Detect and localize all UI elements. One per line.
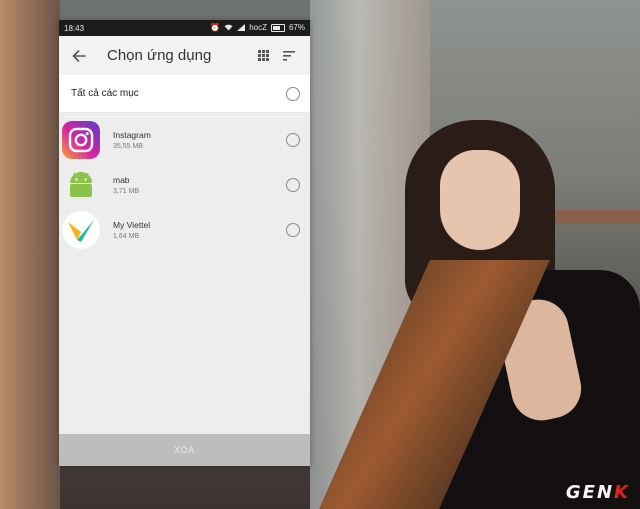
back-button[interactable]: [67, 44, 91, 68]
app-name: mab: [113, 174, 130, 185]
status-carrier: hocZ: [249, 23, 267, 32]
list-item[interactable]: Instagram 35,55 MB: [59, 117, 310, 162]
grid-icon: [257, 50, 269, 61]
background-building-left: [0, 0, 60, 509]
status-time: 18:43: [64, 23, 85, 33]
app-bar: Chọn ứng dụng: [59, 36, 310, 75]
select-all-radio[interactable]: [286, 86, 300, 101]
viettel-icon: [61, 210, 101, 250]
wifi-icon: [224, 24, 233, 33]
select-all-row[interactable]: Tất cả các mục: [59, 75, 310, 113]
instagram-icon: [61, 120, 101, 160]
delete-label: XÓA: [174, 445, 195, 455]
background-person-face: [440, 150, 520, 250]
alarm-icon: ⏰: [210, 23, 221, 32]
app-size: 3,71 MB: [113, 187, 140, 195]
delete-button[interactable]: XÓA: [59, 434, 310, 466]
sort-icon: [283, 50, 295, 61]
app-size: 1,64 MB: [113, 232, 140, 240]
app-size: 35,55 MB: [113, 142, 143, 150]
battery-icon: [270, 24, 285, 32]
select-all-label: Tất cả các mục: [71, 88, 139, 99]
list-item[interactable]: mab 3,71 MB: [59, 162, 310, 207]
genk-logo: GENK: [565, 482, 630, 503]
grid-view-button[interactable]: [250, 44, 276, 68]
app-info: My Viettel 1,64 MB: [113, 220, 286, 240]
app-name: My Viettel: [113, 219, 151, 230]
app-radio[interactable]: [286, 222, 300, 237]
status-battery: 67%: [288, 23, 305, 32]
app-radio[interactable]: [286, 132, 300, 147]
status-icons: ⏰ hocZ 67%: [210, 23, 305, 33]
app-info: Instagram 35,55 MB: [113, 130, 286, 150]
arrow-left-icon: [72, 49, 86, 62]
list-item[interactable]: My Viettel 1,64 MB: [59, 207, 310, 252]
phone-screen: 18:43 ⏰ hocZ 67% Chọn ứng dụng Tất cả cá…: [59, 20, 310, 466]
sort-button[interactable]: [276, 44, 302, 68]
page-title: Chọn ứng dụng: [107, 47, 212, 64]
app-info: mab 3,71 MB: [113, 175, 286, 195]
app-name: Instagram: [113, 129, 151, 140]
android-icon: [61, 165, 101, 205]
signal-icon: [237, 23, 246, 33]
app-list: Instagram 35,55 MB mab 3,71 MB My Viette…: [59, 113, 310, 252]
app-radio[interactable]: [286, 177, 300, 192]
status-bar: 18:43 ⏰ hocZ 67%: [59, 20, 310, 36]
